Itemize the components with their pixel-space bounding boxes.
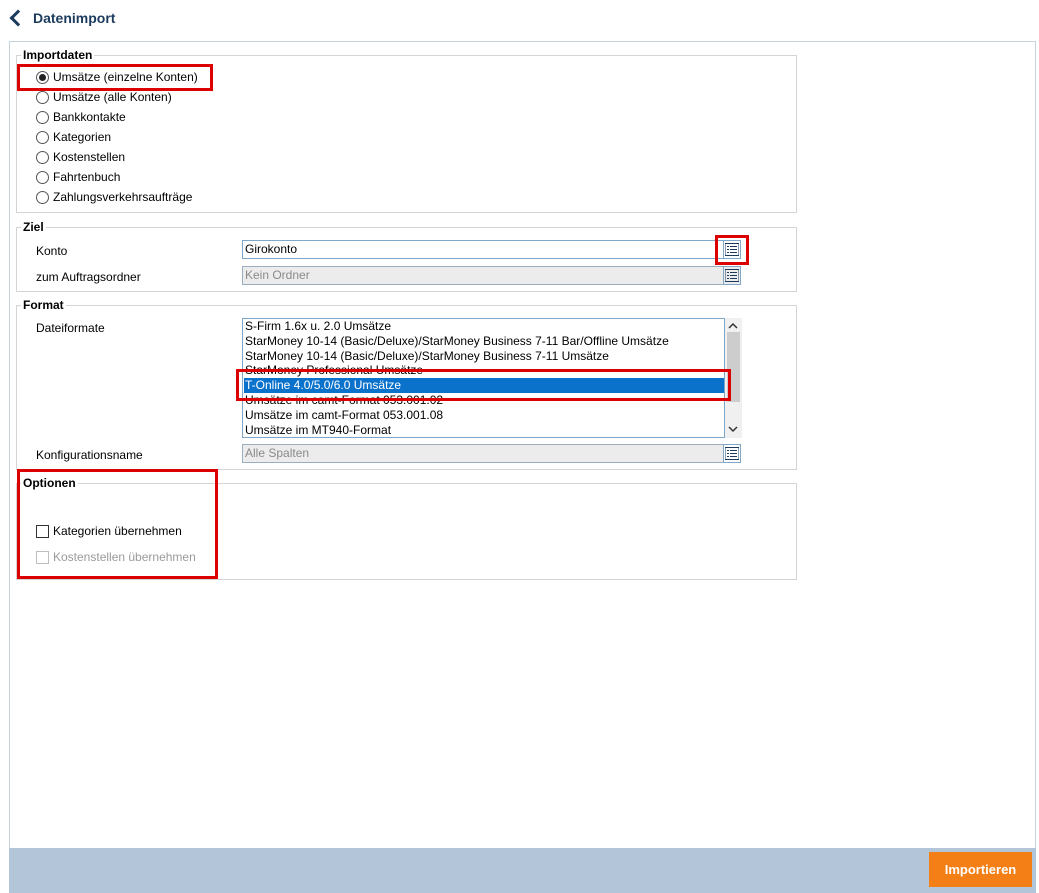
- list-item-selected[interactable]: T-Online 4.0/5.0/6.0 Umsätze: [244, 378, 724, 393]
- konfigurationsname-input[interactable]: Alle Spalten: [242, 444, 724, 463]
- dateiformate-listbox[interactable]: S-Firm 1.6x u. 2.0 Umsätze StarMoney 10-…: [242, 318, 725, 438]
- radio-kategorien[interactable]: Kategorien: [36, 129, 111, 145]
- chevron-down-icon[interactable]: [728, 426, 738, 433]
- radio-label: Umsätze (alle Konten): [53, 90, 172, 104]
- radio-kostenstellen[interactable]: Kostenstellen: [36, 149, 125, 165]
- radio-button[interactable]: [36, 90, 49, 104]
- checkbox-label: Kostenstellen übernehmen: [53, 550, 196, 564]
- radio-zahlungsverkehrsauftraege[interactable]: Zahlungsverkehrsaufträge: [36, 189, 192, 205]
- konto-list-button[interactable]: [723, 240, 741, 259]
- auftragsordner-input[interactable]: Kein Ordner: [242, 266, 724, 285]
- importdaten-legend: Importdaten: [21, 48, 95, 62]
- radio-label: Fahrtenbuch: [53, 170, 121, 184]
- radio-button[interactable]: [36, 170, 49, 184]
- list-item[interactable]: Umsätze im MT940-Format: [244, 423, 391, 437]
- ziel-legend: Ziel: [21, 220, 46, 234]
- checkbox: [36, 550, 49, 564]
- dateiformate-label: Dateiformate: [36, 321, 105, 335]
- konfigurationsname-label: Konfigurationsname: [36, 448, 143, 462]
- konfigurationsname-list-button[interactable]: [723, 444, 741, 463]
- radio-umsaetze-alle-konten[interactable]: Umsätze (alle Konten): [36, 89, 172, 105]
- list-item[interactable]: Umsätze im camt-Format 053.001.08: [244, 408, 443, 423]
- page-title: Datenimport: [33, 10, 116, 26]
- radio-umsaetze-einzelne-konten[interactable]: Umsätze (einzelne Konten): [36, 69, 198, 85]
- radio-button[interactable]: [36, 110, 49, 124]
- checkbox[interactable]: [36, 524, 49, 538]
- radio-button[interactable]: [36, 190, 49, 204]
- radio-fahrtenbuch[interactable]: Fahrtenbuch: [36, 169, 120, 185]
- list-item[interactable]: Umsätze im camt-Format 053.001.02: [244, 393, 443, 408]
- list-item[interactable]: S-Firm 1.6x u. 2.0 Umsätze: [244, 319, 391, 334]
- list-item[interactable]: StarMoney Professional Umsätze: [244, 363, 423, 378]
- back-link[interactable]: Datenimport: [8, 8, 115, 28]
- optionen-legend: Optionen: [21, 476, 78, 490]
- list-icon: [725, 269, 739, 282]
- radio-button[interactable]: [36, 70, 49, 84]
- checkbox-label: Kategorien übernehmen: [53, 524, 182, 538]
- radio-label: Kategorien: [53, 130, 112, 144]
- import-button[interactable]: Importieren: [929, 852, 1032, 887]
- kostenstellen-uebernehmen-checkbox: Kostenstellen übernehmen: [36, 549, 196, 565]
- list-icon: [725, 447, 739, 460]
- radio-label: Umsätze (einzelne Konten): [53, 70, 198, 84]
- radio-label: Bankkontakte: [53, 110, 126, 124]
- kategorien-uebernehmen-checkbox[interactable]: Kategorien übernehmen: [36, 523, 182, 539]
- radio-button[interactable]: [36, 150, 49, 164]
- format-legend: Format: [21, 298, 66, 312]
- list-item[interactable]: StarMoney 10-14 (Basic/Deluxe)/StarMoney…: [244, 334, 669, 349]
- auftragsordner-list-button[interactable]: [723, 266, 741, 285]
- auftragsordner-label: zum Auftragsordner: [36, 270, 141, 284]
- chevron-left-icon[interactable]: [9, 9, 27, 27]
- list-item[interactable]: StarMoney 10-14 (Basic/Deluxe)/StarMoney…: [244, 349, 609, 364]
- chevron-up-icon[interactable]: [728, 322, 738, 329]
- radio-bankkontakte[interactable]: Bankkontakte: [36, 109, 126, 125]
- radio-label: Kostenstellen: [53, 150, 126, 164]
- konto-label: Konto: [36, 244, 68, 258]
- radio-label: Zahlungsverkehrsaufträge: [53, 190, 193, 204]
- list-icon: [725, 243, 739, 256]
- radio-button[interactable]: [36, 130, 49, 144]
- konto-input[interactable]: Girokonto: [242, 240, 724, 259]
- scrollbar-thumb[interactable]: [727, 332, 740, 402]
- footer-bar: [9, 848, 1036, 893]
